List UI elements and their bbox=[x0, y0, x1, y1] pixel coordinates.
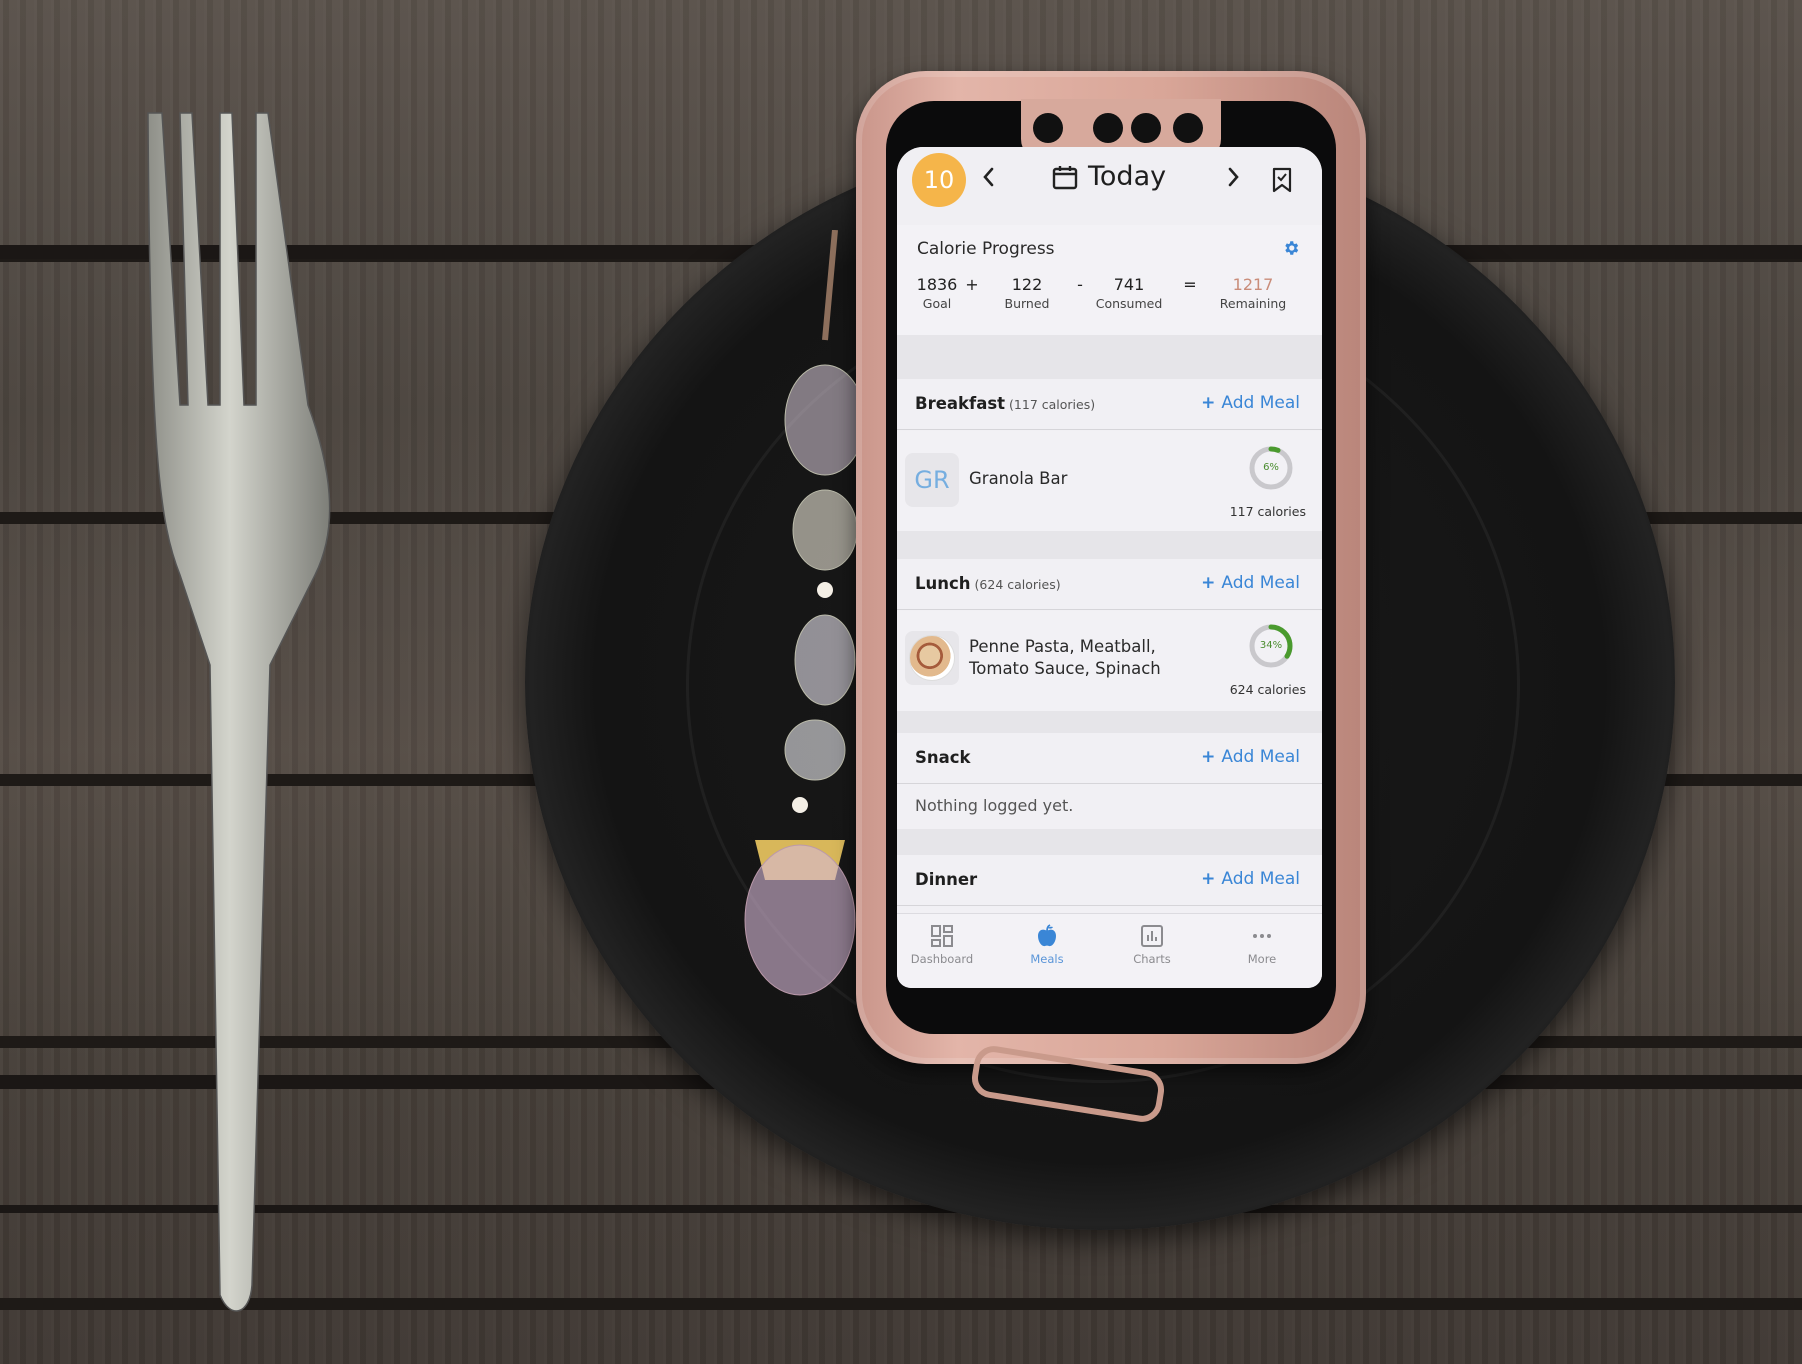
tab-label: Meals bbox=[1030, 952, 1064, 966]
remaining-value: 1217 bbox=[1232, 275, 1274, 294]
percent-label: 34% bbox=[1259, 640, 1283, 651]
chevron-left-icon bbox=[983, 167, 994, 187]
snack-title: Snack bbox=[915, 748, 971, 767]
fork-image bbox=[147, 112, 331, 1312]
phone-charm-image bbox=[744, 230, 866, 996]
calendar-icon bbox=[1052, 165, 1078, 189]
equals-operator: = bbox=[1183, 275, 1197, 294]
tab-label: Dashboard bbox=[910, 952, 974, 966]
breakfast-calories: (117 calories) bbox=[1009, 397, 1096, 412]
calorie-progress-card: Calorie Progress 1836 Goal + 122 Burned … bbox=[897, 225, 1322, 335]
add-dinner-button[interactable]: + Add Meal bbox=[1201, 869, 1300, 889]
bookmark-check-icon bbox=[1272, 167, 1292, 193]
meal-item-calories: 117 calories bbox=[1229, 504, 1306, 519]
burned-stat: 122 Burned bbox=[1005, 275, 1050, 311]
meal-item-granola-bar[interactable]: GR Granola Bar 6% 117 calories bbox=[897, 431, 1322, 531]
next-day-button[interactable] bbox=[1226, 163, 1242, 199]
burned-value: 122 bbox=[1011, 275, 1043, 294]
consumed-value: 741 bbox=[1113, 275, 1145, 294]
plus-icon: + bbox=[1201, 869, 1216, 889]
section-spacer bbox=[897, 531, 1322, 559]
calorie-percent-ring: 34% bbox=[1248, 623, 1294, 669]
date-title: Today bbox=[1088, 161, 1167, 192]
meal-thumbnail: GR bbox=[905, 453, 959, 507]
burned-label: Burned bbox=[1004, 296, 1050, 311]
tab-charts[interactable]: Charts bbox=[1107, 924, 1197, 966]
gear-icon bbox=[1285, 241, 1299, 255]
meal-photo-thumbnail bbox=[905, 631, 959, 685]
more-icon bbox=[1253, 934, 1271, 938]
goal-stat: 1836 Goal bbox=[917, 275, 958, 311]
tab-dashboard[interactable]: Dashboard bbox=[897, 924, 987, 966]
consumed-label: Consumed bbox=[1095, 296, 1163, 311]
section-spacer bbox=[897, 829, 1322, 855]
bookmark-button[interactable] bbox=[1271, 167, 1293, 197]
date-header: 10 Today bbox=[897, 147, 1322, 225]
app-screen: 10 Today Calorie Progress 1836 Goal + 12… bbox=[897, 147, 1322, 988]
meal-item-title: Granola Bar bbox=[969, 469, 1068, 488]
tab-label: More bbox=[1247, 952, 1277, 966]
bottom-tab-bar: Dashboard Meals Charts More bbox=[897, 913, 1322, 988]
calorie-progress-title: Calorie Progress bbox=[917, 239, 1055, 259]
tab-meals[interactable]: Meals bbox=[1002, 924, 1092, 966]
tab-more[interactable]: More bbox=[1217, 924, 1307, 966]
bar-chart-icon bbox=[1141, 925, 1163, 947]
calorie-settings-button[interactable] bbox=[1282, 239, 1300, 261]
lunch-title: Lunch (624 calories) bbox=[915, 574, 1061, 593]
goal-label: Goal bbox=[922, 296, 952, 311]
dinner-header: Dinner + Add Meal bbox=[897, 855, 1322, 906]
add-lunch-button[interactable]: + Add Meal bbox=[1201, 573, 1300, 593]
section-spacer bbox=[897, 711, 1322, 733]
goal-value: 1836 bbox=[916, 275, 958, 294]
add-snack-button[interactable]: + Add Meal bbox=[1201, 747, 1300, 767]
plus-icon: + bbox=[1201, 573, 1216, 593]
lunch-header: Lunch (624 calories) + Add Meal bbox=[897, 559, 1322, 610]
plus-icon: + bbox=[1201, 747, 1216, 767]
percent-label: 6% bbox=[1263, 462, 1279, 473]
meal-item-title: Penne Pasta, Meatball, Tomato Sauce, Spi… bbox=[969, 637, 1161, 678]
remaining-label: Remaining bbox=[1219, 296, 1287, 311]
add-breakfast-button[interactable]: + Add Meal bbox=[1201, 393, 1300, 413]
snack-empty-state: Nothing logged yet. bbox=[897, 785, 1322, 829]
breakfast-header: Breakfast (117 calories) + Add Meal bbox=[897, 379, 1322, 430]
empty-state-text: Nothing logged yet. bbox=[915, 796, 1074, 815]
pasta-bowl-image bbox=[910, 636, 954, 680]
consumed-stat: 741 Consumed bbox=[1096, 275, 1163, 311]
meal-item-calories: 624 calories bbox=[1229, 682, 1306, 697]
date-picker-button[interactable]: Today bbox=[1052, 161, 1166, 192]
apple-icon bbox=[1038, 924, 1056, 947]
section-spacer bbox=[897, 335, 1322, 379]
plus-operator: + bbox=[965, 275, 979, 294]
dashboard-icon bbox=[931, 925, 953, 947]
plus-icon: + bbox=[1201, 393, 1216, 413]
breakfast-title: Breakfast (117 calories) bbox=[915, 394, 1096, 413]
calorie-percent-ring: 6% bbox=[1248, 445, 1294, 491]
remaining-stat: 1217 Remaining bbox=[1220, 275, 1286, 311]
snack-header: Snack + Add Meal bbox=[897, 733, 1322, 784]
dinner-title: Dinner bbox=[915, 870, 978, 889]
minus-operator: - bbox=[1077, 275, 1083, 294]
chevron-right-icon bbox=[1228, 167, 1239, 187]
previous-day-button[interactable] bbox=[980, 163, 996, 199]
tab-label: Charts bbox=[1133, 952, 1171, 966]
lunch-calories: (624 calories) bbox=[974, 577, 1061, 592]
meal-item-penne-pasta[interactable]: Penne Pasta, Meatball, Tomato Sauce, Spi… bbox=[897, 611, 1322, 711]
day-streak-badge[interactable]: 10 bbox=[912, 153, 966, 207]
calorie-equation: 1836 Goal + 122 Burned - 741 Consumed = … bbox=[897, 275, 1322, 325]
